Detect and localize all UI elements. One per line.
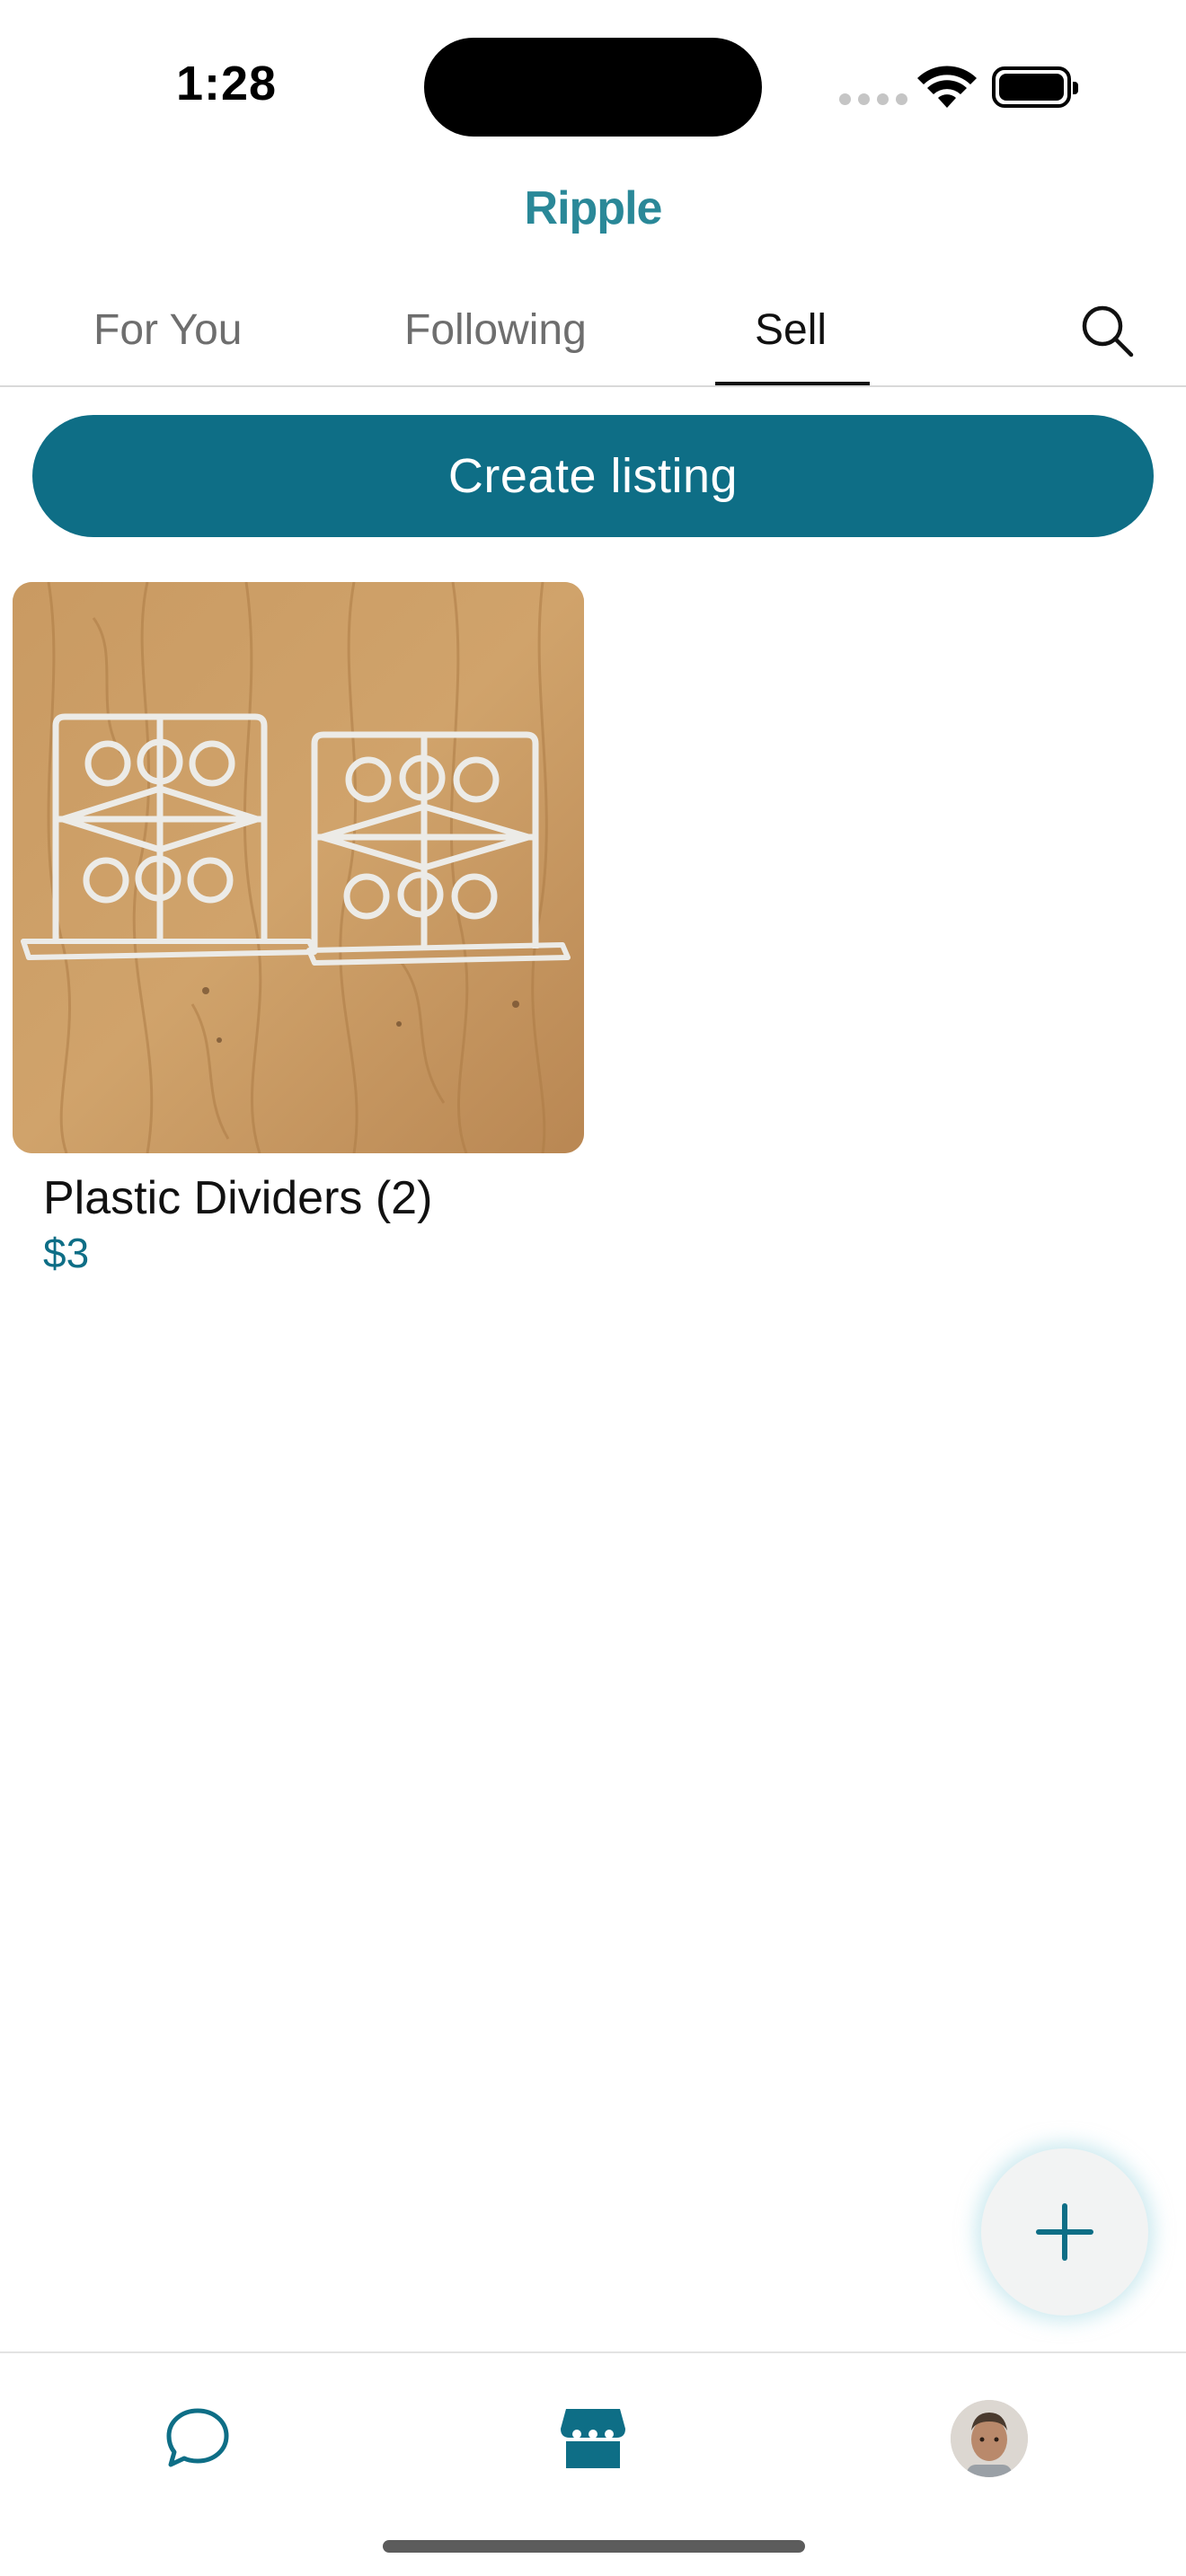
avatar[interactable]	[951, 2400, 1028, 2477]
storefront-icon[interactable]	[557, 2402, 629, 2474]
dynamic-island	[424, 38, 762, 137]
status-time: 1:28	[176, 57, 278, 110]
screen: 1:28 Ripple For You Following Sell Creat…	[0, 0, 1186, 2576]
cellular-signal-icon	[839, 93, 907, 105]
listing-photo[interactable]	[13, 582, 584, 1153]
tabs-divider	[0, 385, 1186, 387]
listing-title: Plastic Dividers (2)	[43, 1172, 433, 1224]
home-indicator	[383, 2540, 805, 2553]
tab-sell[interactable]: Sell	[755, 305, 827, 355]
wifi-icon	[917, 66, 977, 108]
tab-for-you[interactable]: For You	[93, 305, 242, 355]
search-icon[interactable]	[1078, 302, 1136, 359]
bottom-nav-divider	[0, 2351, 1186, 2353]
listing-price: $3	[43, 1230, 90, 1276]
app-title: Ripple	[524, 182, 663, 234]
chat-bubble-icon[interactable]	[162, 2402, 234, 2474]
add-listing-fab[interactable]	[981, 2148, 1148, 2316]
tab-following[interactable]: Following	[404, 305, 587, 355]
plus-icon	[1036, 2203, 1093, 2261]
battery-icon	[992, 66, 1078, 108]
listing-card[interactable]: Plastic Dividers (2) $3	[13, 582, 584, 1276]
create-listing-button[interactable]: Create listing	[32, 415, 1154, 537]
